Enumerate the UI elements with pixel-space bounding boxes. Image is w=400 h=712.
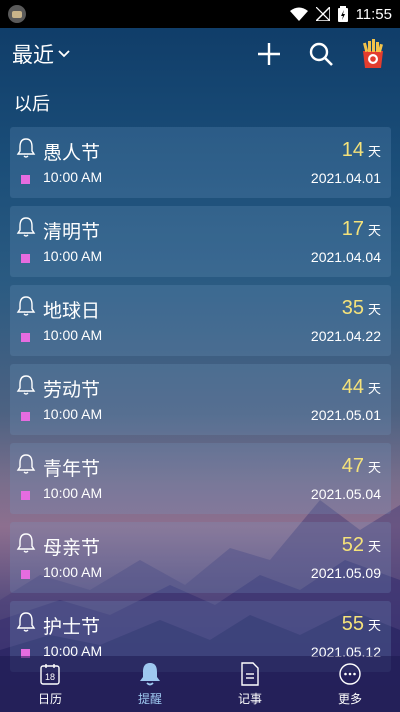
nav-reminders[interactable]: 提醒	[100, 656, 200, 712]
days-unit: 天	[367, 540, 381, 555]
bell-icon	[140, 663, 160, 686]
nav-label: 更多	[337, 692, 362, 706]
app-notification-icon	[8, 5, 26, 23]
add-button[interactable]	[254, 39, 284, 69]
reminder-time: 10:00 AM	[43, 485, 103, 501]
nav-calendar[interactable]: 18 日历	[0, 656, 100, 712]
reminder-card[interactable]: 愚人节 10:00 AM 14 天 2021.04.01	[10, 127, 391, 198]
battery-charging-icon	[337, 6, 348, 22]
reminder-date: 2021.05.04	[310, 486, 381, 502]
more-icon	[339, 663, 361, 685]
nav-label: 记事	[237, 692, 262, 706]
bell-outline-icon	[16, 612, 36, 632]
view-selector-dropdown[interactable]: 最近	[12, 39, 70, 69]
nav-label: 提醒	[137, 692, 162, 706]
wifi-icon	[289, 7, 308, 21]
countdown: 55 天	[342, 613, 381, 636]
reminder-date: 2021.05.01	[310, 407, 381, 423]
days-remaining: 52	[341, 534, 364, 556]
reminder-time: 10:00 AM	[43, 564, 103, 580]
status-time: 11:55	[355, 5, 392, 23]
calendar-icon: 18	[40, 664, 60, 685]
days-remaining: 55	[341, 613, 364, 635]
reminder-name: 清明节	[43, 221, 101, 243]
chevron-down-icon	[58, 50, 70, 58]
reminder-name: 愚人节	[43, 142, 101, 164]
reminder-time: 10:00 AM	[43, 327, 103, 343]
reminder-name: 劳动节	[43, 379, 101, 401]
view-title: 最近	[12, 43, 54, 67]
days-unit: 天	[367, 619, 381, 634]
section-header-later: 以后	[14, 94, 50, 115]
note-icon	[241, 662, 259, 686]
reminder-card[interactable]: 母亲节 10:00 AM 52 天 2021.05.09	[10, 522, 391, 593]
bell-outline-icon	[16, 533, 36, 553]
days-remaining: 35	[341, 297, 364, 319]
reminder-time: 10:00 AM	[43, 406, 103, 422]
reminder-card[interactable]: 劳动节 10:00 AM 44 天 2021.05.01	[10, 364, 391, 435]
bottom-navigation: 18 日历 提醒 记事 更多	[0, 656, 400, 712]
reminder-name: 护士节	[43, 616, 101, 638]
bell-outline-icon	[16, 138, 36, 158]
reminder-name: 地球日	[43, 300, 101, 322]
days-unit: 天	[367, 145, 381, 160]
reminder-time: 10:00 AM	[43, 169, 103, 185]
search-button[interactable]	[306, 39, 336, 69]
category-color-marker	[21, 570, 30, 579]
countdown: 47 天	[342, 455, 381, 478]
countdown: 35 天	[342, 297, 381, 320]
reminder-name: 青年节	[43, 458, 101, 480]
reminder-card[interactable]: 清明节 10:00 AM 17 天 2021.04.04	[10, 206, 391, 277]
days-remaining: 14	[341, 139, 364, 161]
countdown: 14 天	[342, 139, 381, 162]
category-color-marker	[21, 175, 30, 184]
category-color-marker	[21, 491, 30, 500]
nav-notes[interactable]: 记事	[200, 656, 300, 712]
status-bar: 11:55	[0, 0, 400, 28]
nav-label: 日历	[37, 692, 62, 706]
gift-box-icon	[362, 39, 383, 68]
days-remaining: 47	[341, 455, 364, 477]
bell-outline-icon	[16, 296, 36, 316]
days-unit: 天	[367, 224, 381, 239]
category-color-marker	[21, 412, 30, 421]
reminder-card[interactable]: 青年节 10:00 AM 47 天 2021.05.04	[10, 443, 391, 514]
search-icon	[309, 42, 333, 66]
nav-more[interactable]: 更多	[300, 656, 400, 712]
countdown: 52 天	[342, 534, 381, 557]
countdown: 44 天	[342, 376, 381, 399]
days-unit: 天	[367, 382, 381, 397]
plus-icon	[258, 43, 280, 65]
cellular-signal-icon	[315, 7, 330, 21]
reminder-date: 2021.04.22	[310, 328, 381, 344]
reminder-date: 2021.04.01	[310, 170, 381, 186]
reminder-card[interactable]: 地球日 10:00 AM 35 天 2021.04.22	[10, 285, 391, 356]
bell-outline-icon	[16, 454, 36, 474]
reminder-date: 2021.04.04	[310, 249, 381, 265]
app-bar: 最近	[0, 28, 400, 80]
reminder-date: 2021.05.09	[310, 565, 381, 581]
calendar-day-badge: 18	[45, 672, 55, 682]
reminder-name: 母亲节	[43, 537, 101, 559]
days-unit: 天	[367, 303, 381, 318]
category-color-marker	[21, 333, 30, 342]
countdown: 17 天	[342, 218, 381, 241]
bell-outline-icon	[16, 217, 36, 237]
days-unit: 天	[367, 461, 381, 476]
reminder-time: 10:00 AM	[43, 248, 103, 264]
days-remaining: 44	[341, 376, 364, 398]
bell-outline-icon	[16, 375, 36, 395]
gift-button[interactable]	[358, 39, 388, 69]
days-remaining: 17	[341, 218, 364, 240]
category-color-marker	[21, 254, 30, 263]
